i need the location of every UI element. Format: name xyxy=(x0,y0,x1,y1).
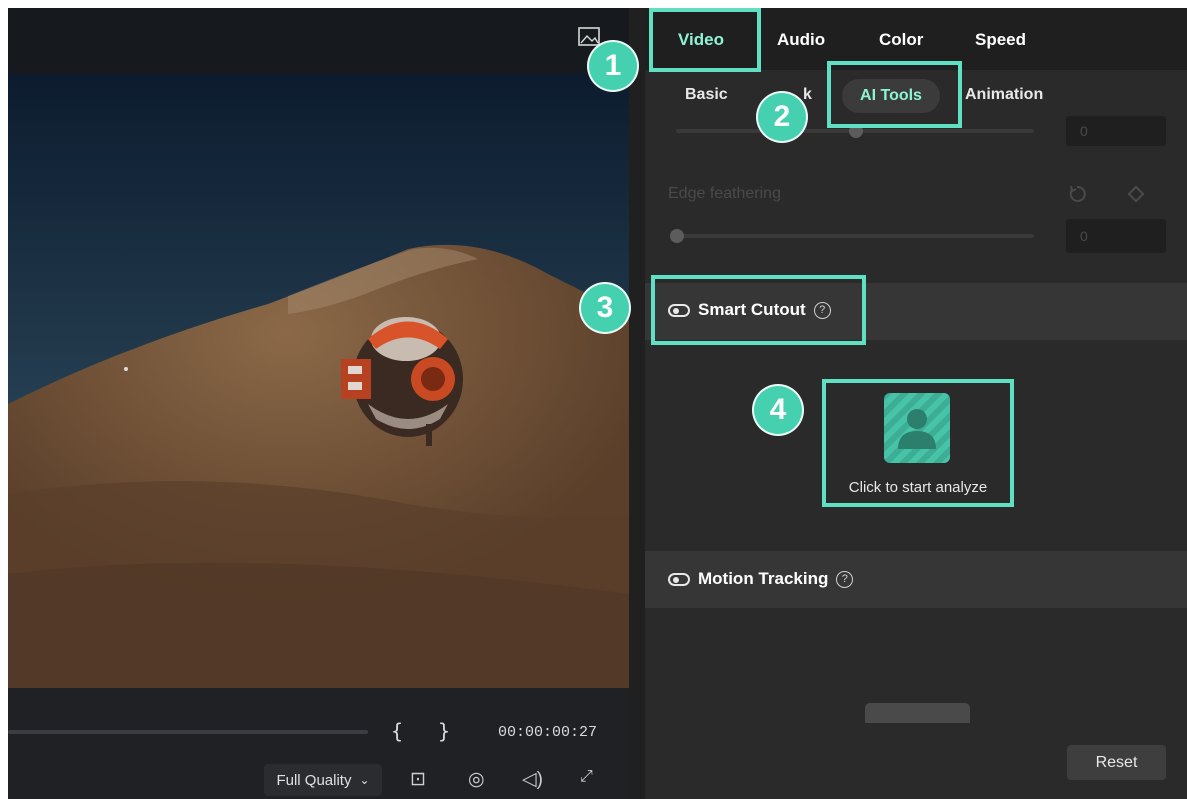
fullscreen-icon[interactable]: ⤢ xyxy=(580,768,593,786)
preview-header xyxy=(8,8,629,74)
motion-tracking-header[interactable]: Motion Tracking ? xyxy=(668,569,854,589)
reset-button[interactable]: Reset xyxy=(1067,745,1166,780)
subtab-basic[interactable]: Basic xyxy=(685,86,728,104)
highlight-ai-tools xyxy=(827,61,962,128)
mark-in-button[interactable]: { xyxy=(391,719,403,743)
timeline-scrubber[interactable] xyxy=(8,730,368,734)
subtab-animation[interactable]: Animation xyxy=(965,86,1043,104)
quality-dropdown[interactable]: Full Quality ⌄ xyxy=(264,764,382,796)
edge-feathering-field[interactable]: 0 xyxy=(1066,219,1166,253)
slider-value-field[interactable]: 0 xyxy=(1066,116,1166,146)
edge-feathering-knob[interactable] xyxy=(670,229,684,243)
quality-label: Full Quality xyxy=(276,771,352,789)
mark-out-button[interactable]: } xyxy=(438,719,450,743)
timecode: 00:00:00:27 xyxy=(498,724,598,741)
volume-icon[interactable]: ◁) xyxy=(522,768,543,791)
help-icon[interactable]: ? xyxy=(836,570,854,588)
tab-audio[interactable]: Audio xyxy=(777,30,825,50)
motion-tracking-toggle[interactable] xyxy=(668,572,690,586)
edge-feathering-label: Edge feathering xyxy=(668,185,781,202)
step-badge-4: 4 xyxy=(752,384,804,436)
step-badge-3: 3 xyxy=(579,282,631,334)
tab-color[interactable]: Color xyxy=(879,30,923,50)
highlight-analyze xyxy=(822,379,1014,507)
chevron-down-icon: ⌄ xyxy=(359,773,370,787)
step-badge-1: 1 xyxy=(587,40,639,92)
step-badge-2: 2 xyxy=(756,91,808,143)
reset-icon[interactable] xyxy=(1066,183,1088,205)
video-preview[interactable] xyxy=(8,74,629,688)
edge-feathering-slider[interactable] xyxy=(676,234,1034,238)
tab-speed[interactable]: Speed xyxy=(975,30,1026,50)
display-icon[interactable]: ⊡ xyxy=(410,768,426,791)
snapshot-icon[interactable]: ◎ xyxy=(468,768,485,791)
highlight-video-tab xyxy=(649,8,761,72)
scroll-handle[interactable] xyxy=(865,703,970,723)
highlight-smart-cutout xyxy=(651,275,866,345)
motion-tracking-title: Motion Tracking xyxy=(698,569,829,588)
subtab-mask[interactable]: k xyxy=(803,86,812,104)
keyframe-icon[interactable] xyxy=(1126,184,1146,204)
